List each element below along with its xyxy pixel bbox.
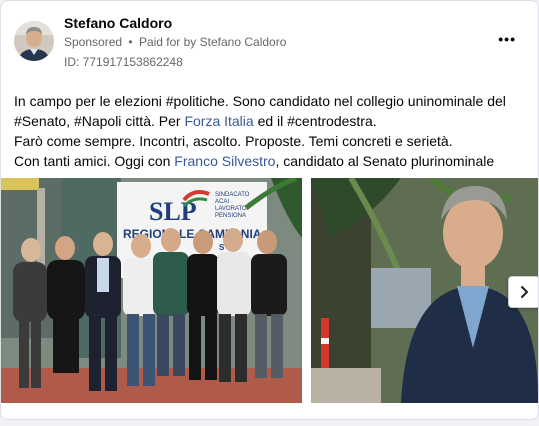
post-text-segment: Con tanti amici. Oggi con [14, 153, 175, 169]
post-text-segment: #Senato, #Napoli città. Per [14, 113, 185, 129]
avatar-photo [14, 21, 54, 61]
banner-small-line: PENSIONA [215, 213, 246, 219]
sponsored-meta: Sponsored • Paid for by Stefano Caldoro [64, 35, 286, 49]
portrait-photo-illustration [311, 178, 538, 403]
ad-id: ID: 771917153862248 [64, 55, 183, 69]
meta-separator: • [128, 35, 133, 49]
post-text-line: #Senato, #Napoli città. Per Forza Italia… [14, 111, 529, 131]
chevron-right-icon [521, 286, 528, 298]
post-text-segment: , candidato al Senato plurinominale [275, 153, 495, 169]
portrait-photo[interactable] [311, 178, 538, 403]
sponsored-post-card: Stefano Caldoro Sponsored • Paid for by … [0, 0, 539, 420]
more-options-button[interactable]: ••• [498, 31, 516, 47]
paid-for-name: Stefano Caldoro [199, 35, 287, 49]
forza-italia-link[interactable]: Forza Italia [184, 113, 253, 129]
carousel-next-button[interactable] [508, 276, 538, 308]
sponsored-label[interactable]: Sponsored [64, 35, 122, 49]
group-photo-illustration: SLP SINDACATO ACAI LAVORATO PENSIONA REG… [1, 178, 302, 403]
author-avatar[interactable] [14, 21, 54, 61]
post-text-line: Con tanti amici. Oggi con Franco Silvest… [14, 151, 529, 171]
more-horizontal-icon: ••• [498, 31, 516, 47]
post-text-line: In campo per le elezioni #politiche. Son… [14, 93, 506, 109]
author-name[interactable]: Stefano Caldoro [64, 15, 172, 31]
banner-small-line: ACAI [215, 199, 229, 205]
franco-silvestro-link[interactable]: Franco Silvestro [174, 153, 275, 169]
banner-small-line: LAVORATO [215, 206, 247, 212]
post-text: In campo per le elezioni #politiche. Son… [14, 91, 529, 171]
banner-small-line: SINDACATO [215, 192, 250, 198]
paid-for-prefix: Paid for by [138, 35, 197, 49]
group-photo[interactable]: SLP SINDACATO ACAI LAVORATO PENSIONA REG… [1, 178, 302, 403]
post-text-line: Farò come sempre. Incontri, ascolto. Pro… [14, 133, 453, 149]
post-text-segment: ed il #centrodestra. [253, 113, 377, 129]
